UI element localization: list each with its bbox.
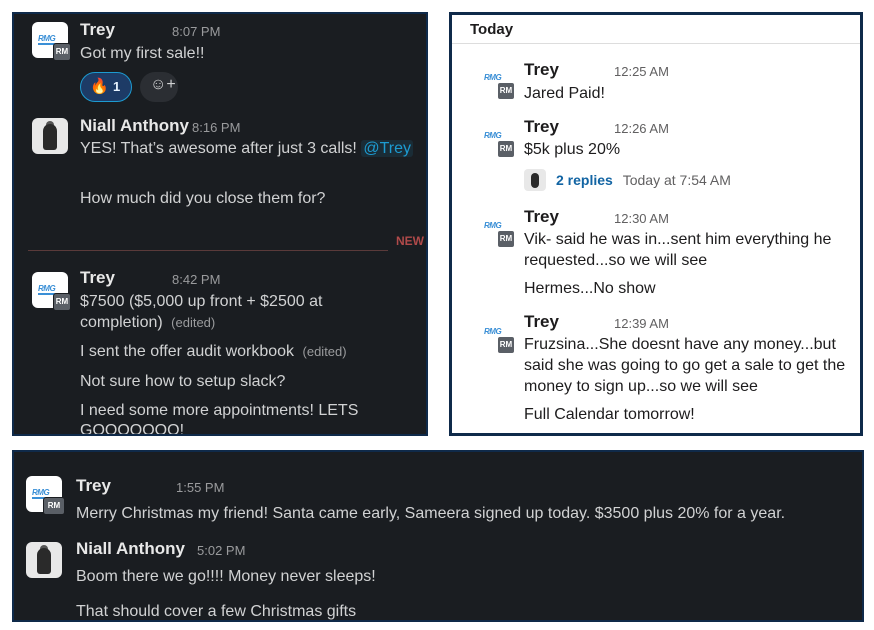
rmg-logo: RMG xyxy=(32,488,50,497)
author-name[interactable]: Trey xyxy=(80,20,115,40)
rm-badge: RM xyxy=(497,336,515,354)
author-name[interactable]: Trey xyxy=(524,312,559,332)
message-text: Hermes...No show xyxy=(524,280,656,297)
date-divider-line xyxy=(452,43,860,44)
date-divider-label: Today xyxy=(470,21,514,38)
fire-reaction-button[interactable]: 🔥 1 xyxy=(80,72,132,102)
rm-badge: RM xyxy=(53,43,71,61)
message-timestamp[interactable]: 8:16 PM xyxy=(192,120,240,135)
edited-label: (edited) xyxy=(171,315,216,330)
edited-label: (edited) xyxy=(302,344,347,359)
new-messages-divider xyxy=(28,250,388,251)
trey-avatar[interactable]: RMG RM xyxy=(26,476,65,515)
message-text: I need some more appointments! LETS xyxy=(80,402,359,419)
rm-badge: RM xyxy=(497,82,515,100)
trey-avatar[interactable]: RMG RM xyxy=(480,65,515,100)
rmg-logo: RMG xyxy=(484,221,502,230)
message-text: $7500 ($5,000 up front + $2500 at xyxy=(80,293,323,310)
author-name[interactable]: Trey xyxy=(76,476,111,496)
message-timestamp[interactable]: 12:26 AM xyxy=(614,121,669,136)
author-name[interactable]: Niall Anthony xyxy=(80,116,189,136)
trey-avatar[interactable]: RMG RM xyxy=(32,22,71,61)
message-text: I sent the offer audit workbook (edited) xyxy=(80,341,347,362)
trey-avatar[interactable]: RMG RM xyxy=(480,123,515,158)
photo-figure xyxy=(531,173,539,188)
message-line: completion) xyxy=(80,314,163,331)
chat-panel-top-right: Today RMG RM Trey 12:25 AM Jared Paid! R… xyxy=(449,12,863,436)
thread-replies-link[interactable]: 2 replies Today at 7:54 AM xyxy=(556,172,731,188)
message-text: Fruzsina...She doesnt have any money...b… xyxy=(524,336,836,353)
message-text: YES! That’s awesome after just 3 calls! … xyxy=(80,138,413,159)
add-reaction-button[interactable]: ☺+ xyxy=(140,72,178,102)
author-name[interactable]: Trey xyxy=(524,207,559,227)
message-timestamp[interactable]: 5:02 PM xyxy=(197,543,245,558)
rmg-logo: RMG xyxy=(38,34,56,43)
author-name[interactable]: Niall Anthony xyxy=(76,539,185,559)
message-text: Full Calendar tomorrow! xyxy=(524,406,695,423)
message-text: requested...so we will see xyxy=(524,252,708,269)
message-timestamp[interactable]: 12:30 AM xyxy=(614,211,669,226)
message-text: That should cover a few Christmas gifts xyxy=(76,603,357,620)
reaction-count: 1 xyxy=(113,79,121,94)
message-timestamp[interactable]: 8:07 PM xyxy=(172,24,220,39)
fire-emoji-icon: 🔥 xyxy=(90,78,109,95)
message-text: Merry Christmas my friend! Santa came ea… xyxy=(76,505,786,522)
new-messages-label: NEW xyxy=(396,234,424,248)
thread-participant-avatar xyxy=(524,169,546,191)
last-reply-time: Today at 7:54 AM xyxy=(622,172,731,188)
message-line: YES! That’s awesome after just 3 calls! xyxy=(80,140,357,157)
add-reaction-icon: ☺+ xyxy=(150,76,176,93)
chat-panel-top-left: RMG RM Trey 8:07 PM Got my first sale!! … xyxy=(12,12,428,436)
message-timestamp[interactable]: 8:42 PM xyxy=(172,272,220,287)
reply-count[interactable]: 2 replies xyxy=(556,172,613,188)
trey-avatar[interactable]: RMG RM xyxy=(480,319,515,354)
message-text: said she was going to go get a sale to g… xyxy=(524,357,846,374)
rmg-logo: RMG xyxy=(38,284,56,293)
rmg-logo: RMG xyxy=(484,327,502,336)
message-text: Boom there we go!!!! Money never sleeps! xyxy=(76,568,376,585)
message-text: money to sign up...so we will see xyxy=(524,378,758,395)
rm-badge: RM xyxy=(497,230,515,248)
message-timestamp[interactable]: 12:39 AM xyxy=(614,316,669,331)
niall-avatar[interactable] xyxy=(26,542,62,578)
rm-badge: RM xyxy=(53,293,71,311)
rm-badge: RM xyxy=(43,497,65,515)
author-name[interactable]: Trey xyxy=(80,268,115,288)
message-text: GOOOOOOO! xyxy=(80,422,185,436)
message-text: Got my first sale!! xyxy=(80,45,205,62)
author-name[interactable]: Trey xyxy=(524,117,559,137)
message-text: completion) (edited) xyxy=(80,312,215,333)
rmg-logo: RMG xyxy=(484,73,502,82)
photo-figure xyxy=(37,548,51,574)
trey-avatar[interactable]: RMG RM xyxy=(32,272,71,311)
message-timestamp[interactable]: 12:25 AM xyxy=(614,64,669,79)
chat-panel-bottom: RMG RM Trey 1:55 PM Merry Christmas my f… xyxy=(12,450,864,622)
user-mention-link[interactable]: @Trey xyxy=(361,140,413,157)
message-text: Not sure how to setup slack? xyxy=(80,373,286,390)
niall-avatar[interactable] xyxy=(32,118,68,154)
author-name[interactable]: Trey xyxy=(524,60,559,80)
photo-figure xyxy=(43,124,57,150)
message-text: Vik- said he was in...sent him everythin… xyxy=(524,231,832,248)
message-text: $5k plus 20% xyxy=(524,141,621,158)
message-timestamp[interactable]: 1:55 PM xyxy=(176,480,224,495)
message-line: I sent the offer audit workbook xyxy=(80,343,295,360)
rm-badge: RM xyxy=(497,140,515,158)
message-text: How much did you close them for? xyxy=(80,190,326,207)
message-text: Jared Paid! xyxy=(524,85,605,102)
trey-avatar[interactable]: RMG RM xyxy=(480,213,515,248)
rmg-logo: RMG xyxy=(484,131,502,140)
